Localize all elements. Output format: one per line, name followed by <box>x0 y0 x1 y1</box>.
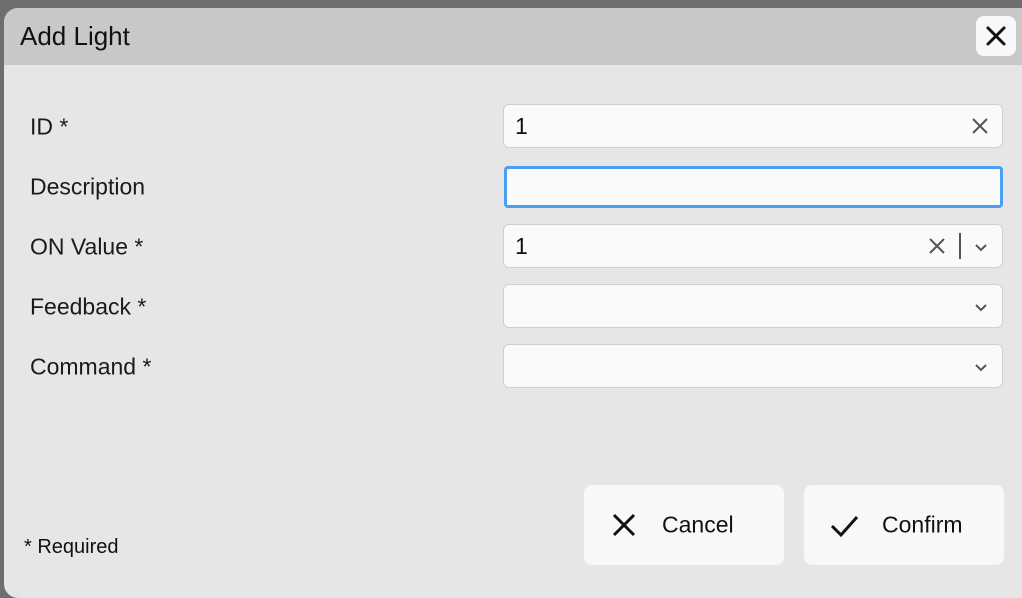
on-value-input[interactable] <box>515 225 915 267</box>
check-icon <box>830 516 859 538</box>
id-label: ID * <box>30 113 69 140</box>
required-note: * Required <box>24 536 119 558</box>
chevron-down-icon[interactable] <box>972 238 990 256</box>
close-button[interactable] <box>976 16 1016 56</box>
feedback-label: Feedback * <box>30 293 147 320</box>
cancel-button[interactable]: Cancel <box>584 485 784 565</box>
form-row-feedback: Feedback * <box>4 284 1022 330</box>
description-field[interactable] <box>504 166 1003 208</box>
add-light-dialog: Add Light ID * Description ON Value * <box>4 8 1022 598</box>
command-select[interactable] <box>503 344 1003 388</box>
id-input[interactable] <box>515 105 915 147</box>
clear-icon[interactable] <box>927 236 947 256</box>
form-row-command: Command * <box>4 344 1022 390</box>
confirm-label: Confirm <box>882 511 963 538</box>
form-row-on-value: ON Value * <box>4 224 1022 270</box>
clear-icon[interactable] <box>970 116 990 136</box>
on-value-label: ON Value * <box>30 233 144 260</box>
command-label: Command * <box>30 353 152 380</box>
cancel-label: Cancel <box>662 511 734 538</box>
chevron-down-icon[interactable] <box>972 358 990 376</box>
description-input[interactable] <box>518 169 918 205</box>
feedback-select[interactable] <box>503 284 1003 328</box>
dialog-title: Add Light <box>20 21 130 51</box>
form-row-id: ID * <box>4 104 1022 150</box>
dialog-titlebar: Add Light <box>4 8 1022 65</box>
chevron-down-icon[interactable] <box>972 298 990 316</box>
id-field[interactable] <box>503 104 1003 148</box>
confirm-button[interactable]: Confirm <box>804 485 1004 565</box>
on-value-select[interactable] <box>503 224 1003 268</box>
separator <box>959 233 961 259</box>
close-icon <box>986 26 1006 46</box>
close-icon <box>612 513 636 537</box>
form-row-description: Description <box>4 164 1022 210</box>
description-label: Description <box>30 173 146 200</box>
